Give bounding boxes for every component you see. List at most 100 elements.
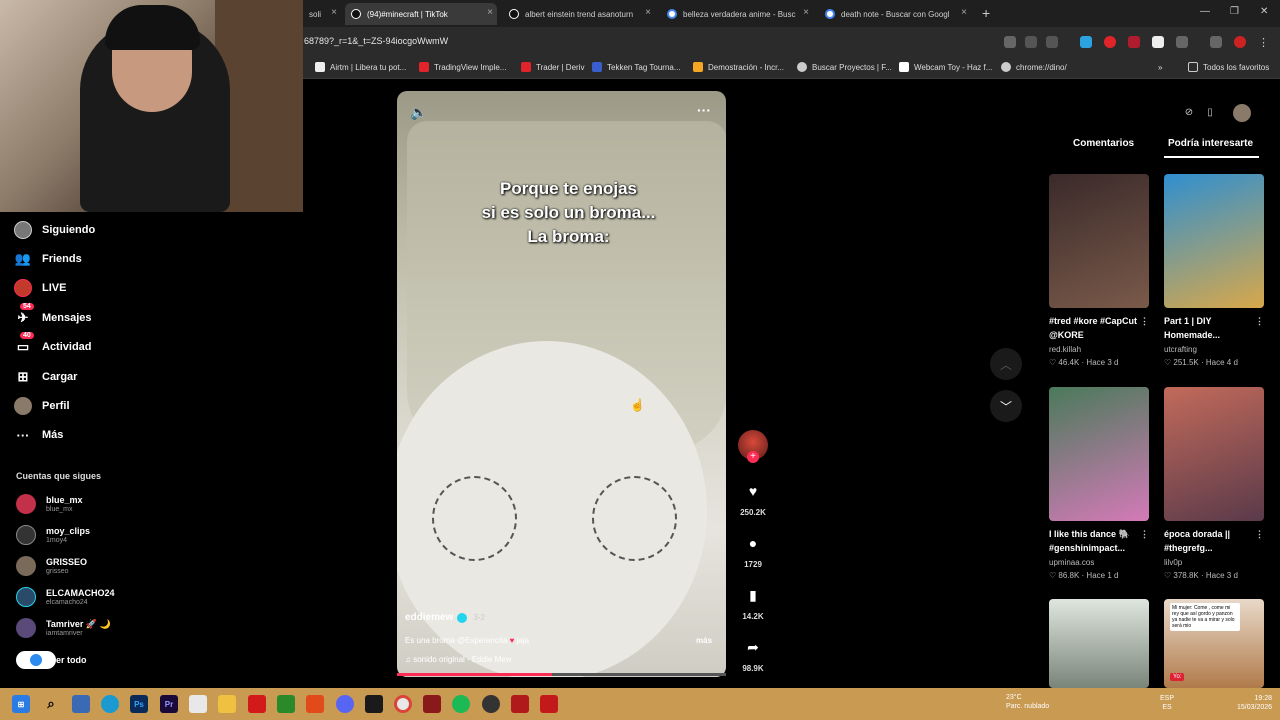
tab-tiktok[interactable]: (94)#minecraft | TikTok × bbox=[345, 3, 497, 25]
next-video-button[interactable]: ﹀ bbox=[990, 390, 1022, 422]
extension-icon[interactable] bbox=[1104, 36, 1116, 48]
sidebar-item-following[interactable]: Siguiendo bbox=[14, 219, 95, 241]
following-account[interactable]: Tamriver 🚀 🌙 iamtamriver bbox=[16, 616, 111, 640]
tab-recommendations[interactable]: Podría interesarte bbox=[1168, 138, 1253, 149]
tab-comments[interactable]: Comentarios bbox=[1073, 138, 1134, 149]
following-account[interactable]: ELCAMACHO24 elcamacho24 bbox=[16, 585, 115, 609]
taskbar-app-icon[interactable] bbox=[511, 695, 529, 713]
video-author[interactable]: eddiemew 3-2 bbox=[405, 612, 485, 623]
recommended-video-card[interactable] bbox=[1049, 599, 1149, 688]
video-progress-bar[interactable] bbox=[397, 673, 726, 676]
close-icon[interactable]: × bbox=[645, 7, 651, 18]
bookmark-item[interactable]: Webcam Toy - Haz f... bbox=[899, 61, 992, 73]
profile-avatar-icon[interactable] bbox=[1233, 104, 1251, 122]
compass-icon[interactable]: ⊘ bbox=[1181, 104, 1197, 120]
weather-widget[interactable]: 23°C Parc. nublado bbox=[1006, 693, 1049, 711]
phone-icon[interactable]: ▯ bbox=[1202, 104, 1218, 120]
share-button[interactable]: ➦ 98.9K bbox=[735, 634, 771, 674]
sidebar-item-profile[interactable]: Perfil bbox=[14, 395, 70, 417]
following-account[interactable]: moy_clips 1moy4 bbox=[16, 523, 90, 547]
url-field[interactable]: 68789?_r=1&_t=ZS-94iocgoWwmW bbox=[304, 36, 448, 46]
brave-icon[interactable] bbox=[306, 695, 324, 713]
tab-einstein[interactable]: albert einstein trend asanoturn × bbox=[503, 3, 655, 25]
tab-belleza[interactable]: belleza verdadera anime - Busc × bbox=[661, 3, 813, 25]
photoshop-icon[interactable]: Ps bbox=[130, 695, 148, 713]
queue-icon[interactable] bbox=[1210, 36, 1222, 48]
more-options-icon[interactable]: ⋮ bbox=[1140, 527, 1149, 541]
puzzle-icon[interactable] bbox=[1176, 36, 1188, 48]
edge-icon[interactable] bbox=[101, 695, 119, 713]
language-indicator[interactable]: ESP ES bbox=[1160, 694, 1174, 712]
star-icon[interactable] bbox=[1046, 36, 1058, 48]
close-icon[interactable]: × bbox=[803, 7, 809, 18]
minecraft-icon[interactable] bbox=[277, 695, 295, 713]
taskbar-app-icon[interactable] bbox=[540, 695, 558, 713]
maximize-icon[interactable]: ❐ bbox=[1230, 6, 1239, 17]
recommended-video-card[interactable]: Part 1 | DIY Homemade... ⋮ utcrafting ♡ 2… bbox=[1164, 174, 1264, 367]
system-clock[interactable]: 19:28 15/03/2026 bbox=[1237, 694, 1272, 712]
taskbar-app-icon[interactable] bbox=[423, 695, 441, 713]
bookmark-item[interactable]: Buscar Proyectos | F... bbox=[797, 61, 892, 73]
folder-icon[interactable] bbox=[218, 695, 236, 713]
sidebar-item-upload[interactable]: ⊞ Cargar bbox=[14, 366, 78, 388]
sidebar-item-more[interactable]: ··· Más bbox=[14, 424, 64, 446]
tab-partial[interactable]: soli × bbox=[303, 3, 341, 25]
cast-icon[interactable] bbox=[1025, 36, 1037, 48]
bookmark-item[interactable]: Tekken Tag Tourna... bbox=[592, 61, 681, 73]
all-bookmarks-button[interactable]: Todos los favoritos bbox=[1188, 61, 1269, 73]
bookmark-item[interactable]: chrome://dino/ bbox=[1001, 61, 1067, 73]
bookmark-item[interactable]: Demostración - Incr... bbox=[693, 61, 784, 73]
recommended-video-card[interactable]: #tred #kore #CapCut @KORE ⋮ red.killah ♡ … bbox=[1049, 174, 1149, 367]
chrome-icon[interactable] bbox=[394, 695, 412, 713]
bookmark-item[interactable]: Trader | Deriv bbox=[521, 61, 584, 73]
menu-icon[interactable]: ⋮ bbox=[1258, 36, 1270, 49]
windows-start-icon[interactable]: ⊞ bbox=[12, 695, 30, 713]
extension-icon[interactable] bbox=[1128, 36, 1140, 48]
taskbar-app-icon[interactable] bbox=[248, 695, 266, 713]
bookmarks-overflow-button[interactable]: » bbox=[1158, 61, 1162, 73]
tab-death-note[interactable]: death note - Buscar con Googl × bbox=[819, 3, 971, 25]
recommended-video-card[interactable]: época dorada || #thegrefg... ⋮ lilv0p ♡ 3… bbox=[1164, 387, 1264, 580]
obs-icon[interactable] bbox=[482, 695, 500, 713]
store-icon[interactable] bbox=[189, 695, 207, 713]
close-icon[interactable]: × bbox=[487, 7, 493, 18]
recommended-video-card[interactable]: Mi mujer: Come , come mi rey que así gor… bbox=[1164, 599, 1264, 688]
taskbar-app-icon[interactable] bbox=[365, 695, 383, 713]
search-icon[interactable]: ⌕ bbox=[42, 695, 60, 713]
discord-icon[interactable] bbox=[336, 695, 354, 713]
extension-icon[interactable] bbox=[1080, 36, 1092, 48]
following-account[interactable]: blue_mx blue_mx bbox=[16, 492, 83, 516]
sidebar-item-activity[interactable]: ▭ 40 Actividad bbox=[14, 332, 92, 358]
like-button[interactable]: ♥ 250.2K bbox=[735, 478, 771, 517]
see-all-button[interactable]: er todo bbox=[16, 650, 87, 670]
more-options-icon[interactable]: ⋮ bbox=[1255, 527, 1264, 541]
close-icon[interactable]: × bbox=[331, 7, 337, 18]
volume-icon[interactable]: 🔈 bbox=[410, 104, 427, 121]
sound-link[interactable]: ♫ sonido original - Eddie Mew bbox=[405, 655, 512, 664]
previous-video-button[interactable]: ︿ bbox=[990, 348, 1022, 380]
spotify-icon[interactable] bbox=[452, 695, 470, 713]
minimize-icon[interactable]: — bbox=[1200, 6, 1210, 17]
close-icon[interactable]: × bbox=[961, 7, 967, 18]
sidebar-item-friends[interactable]: 👥 Friends bbox=[14, 248, 82, 270]
close-window-icon[interactable]: ✕ bbox=[1260, 6, 1268, 17]
translate-icon[interactable] bbox=[1004, 36, 1016, 48]
premiere-icon[interactable]: Pr bbox=[160, 695, 178, 713]
new-tab-button[interactable]: + bbox=[982, 5, 990, 21]
sidebar-item-messages[interactable]: ✈ 54 Mensajes bbox=[14, 303, 92, 329]
extension-icon[interactable] bbox=[1152, 36, 1164, 48]
more-options-icon[interactable]: ⋮ bbox=[1255, 314, 1264, 328]
bookmark-item[interactable]: TradingView Imple... bbox=[419, 61, 506, 73]
save-button[interactable]: ▮ 14.2K bbox=[735, 582, 771, 622]
profile-avatar-icon[interactable] bbox=[1234, 36, 1246, 48]
more-link[interactable]: más bbox=[696, 636, 712, 645]
bookmark-item[interactable]: Airtm | Libera tu pot... bbox=[315, 61, 406, 73]
comment-button[interactable]: ● 1729 bbox=[735, 530, 771, 569]
taskbar-app-icon[interactable] bbox=[72, 695, 90, 713]
following-account[interactable]: GRISSEO grisseo bbox=[16, 554, 87, 578]
more-options-icon[interactable]: ⋮ bbox=[1140, 314, 1149, 328]
sidebar-item-live[interactable]: LIVE bbox=[14, 277, 66, 299]
more-options-icon[interactable]: ··· bbox=[697, 102, 711, 118]
follow-plus-icon[interactable]: + bbox=[747, 451, 759, 463]
recommended-video-card[interactable]: I like this dance 🐘 #genshinimpact... ⋮ u… bbox=[1049, 387, 1149, 580]
